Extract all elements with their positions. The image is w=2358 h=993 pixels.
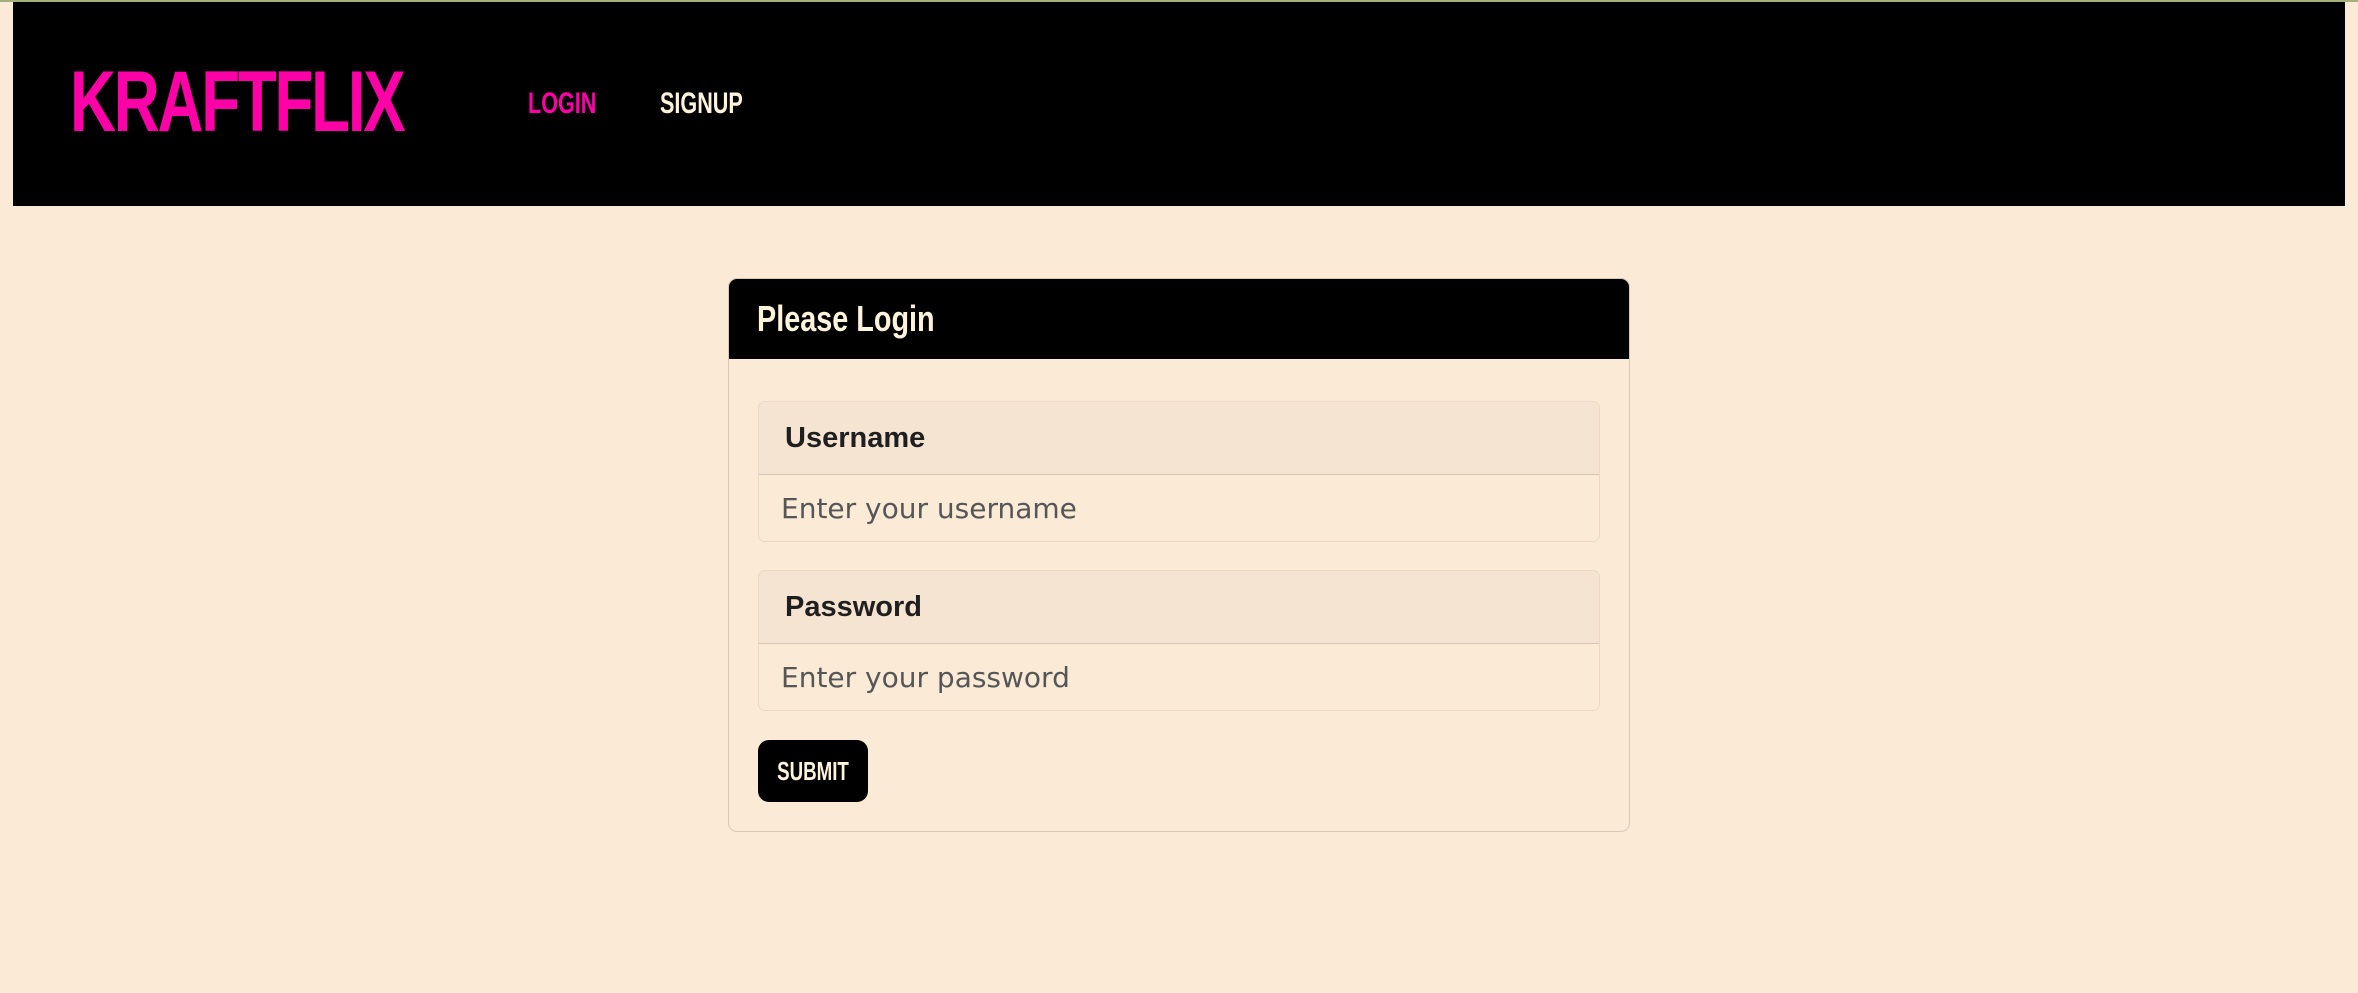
username-label-box: Username [759, 402, 1599, 475]
password-label: Password [785, 591, 922, 623]
username-field-group: Username [758, 401, 1600, 542]
navbar: KRAFTFLIX LOGIN SIGNUP [13, 2, 2345, 206]
submit-button-label: SUBMIT [777, 756, 849, 786]
password-input[interactable] [759, 644, 1599, 710]
login-card: Please Login Username Password SUBMIT [728, 278, 1630, 832]
brand-logo[interactable]: KRAFTFLIX [70, 52, 406, 152]
login-card-title: Please Login [757, 298, 935, 339]
submit-button[interactable]: SUBMIT [758, 740, 868, 802]
login-card-header: Please Login [729, 279, 1629, 359]
nav-link-login[interactable]: LOGIN [528, 84, 596, 124]
nav-link-signup[interactable]: SIGNUP [660, 84, 743, 124]
username-label: Username [785, 422, 926, 454]
username-input[interactable] [759, 475, 1599, 541]
password-label-box: Password [759, 571, 1599, 644]
password-field-group: Password [758, 570, 1600, 711]
